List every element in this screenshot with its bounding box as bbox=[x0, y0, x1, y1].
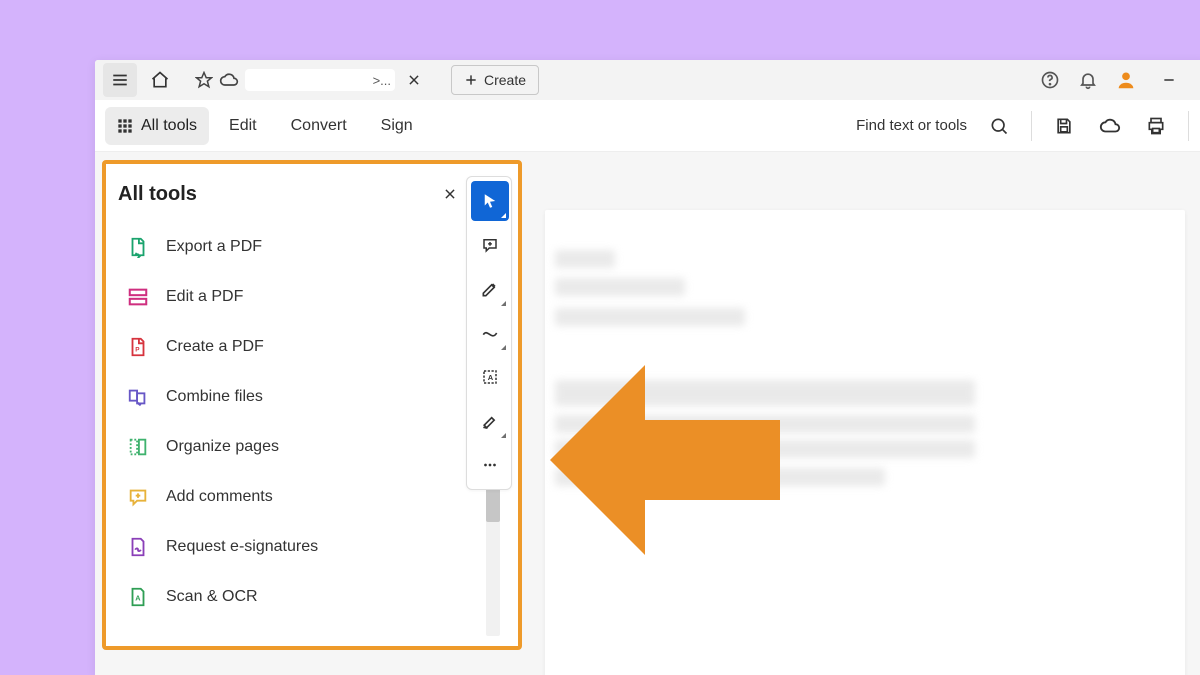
tool-label: Export a PDF bbox=[166, 238, 262, 256]
tool-scan-ocr[interactable]: A Scan & OCR bbox=[122, 572, 478, 622]
edit-pdf-icon bbox=[126, 285, 150, 309]
app-window: >... Create bbox=[95, 60, 1200, 675]
save-button[interactable] bbox=[1044, 106, 1084, 146]
plus-icon bbox=[464, 73, 478, 87]
quick-tool-comment[interactable] bbox=[471, 225, 509, 265]
highlight-tool-icon bbox=[480, 279, 500, 299]
find-text-label[interactable]: Find text or tools bbox=[856, 117, 967, 134]
separator bbox=[1031, 111, 1032, 141]
comment-tool-icon bbox=[481, 236, 499, 254]
quick-tool-sign[interactable] bbox=[471, 401, 509, 441]
hamburger-menu-button[interactable] bbox=[103, 63, 137, 97]
tool-request-esignatures[interactable]: Request e-signatures bbox=[122, 522, 478, 572]
svg-text:A: A bbox=[135, 594, 141, 603]
tool-list: Export a PDF Edit a PDF P Create a PDF bbox=[106, 216, 482, 622]
home-button[interactable] bbox=[143, 63, 177, 97]
close-tab-button[interactable] bbox=[401, 67, 427, 93]
menu-convert[interactable]: Convert bbox=[277, 107, 361, 145]
profile-button[interactable] bbox=[1109, 63, 1143, 97]
tool-add-comments[interactable]: Add comments bbox=[122, 472, 478, 522]
tool-export-pdf[interactable]: Export a PDF bbox=[122, 222, 478, 272]
menu-edit[interactable]: Edit bbox=[215, 107, 271, 145]
quick-tool-highlight[interactable] bbox=[471, 269, 509, 309]
create-button[interactable]: Create bbox=[451, 65, 539, 95]
save-icon bbox=[1054, 116, 1074, 136]
panel-header: All tools bbox=[106, 164, 482, 216]
document-page[interactable] bbox=[545, 210, 1185, 675]
svg-text:P: P bbox=[135, 347, 140, 354]
profile-icon bbox=[1115, 69, 1137, 91]
cloud-icon bbox=[219, 70, 239, 90]
more-tools-icon bbox=[481, 456, 499, 474]
tool-combine-files[interactable]: Combine files bbox=[122, 372, 478, 422]
cloud-icon bbox=[1099, 115, 1121, 137]
scan-ocr-icon: A bbox=[126, 585, 150, 609]
quick-tool-more[interactable] bbox=[471, 445, 509, 485]
quick-tools-strip: A bbox=[466, 176, 512, 490]
organize-pages-icon bbox=[126, 435, 150, 459]
help-button[interactable] bbox=[1033, 63, 1067, 97]
tool-label: Request e-signatures bbox=[166, 538, 318, 556]
panel-title: All tools bbox=[118, 183, 197, 206]
export-pdf-icon bbox=[126, 235, 150, 259]
minimize-icon bbox=[1162, 73, 1176, 87]
cloud-save-button[interactable] bbox=[1090, 106, 1130, 146]
titlebar-right bbox=[1033, 60, 1197, 100]
separator bbox=[1188, 111, 1189, 141]
close-panel-button[interactable] bbox=[436, 180, 464, 208]
select-tool-icon bbox=[481, 192, 499, 210]
close-icon bbox=[407, 73, 421, 87]
grid-icon bbox=[117, 118, 133, 134]
quick-tool-text-select[interactable]: A bbox=[471, 357, 509, 397]
create-button-label: Create bbox=[484, 72, 526, 88]
menu-sign[interactable]: Sign bbox=[367, 107, 427, 145]
add-comments-icon bbox=[126, 485, 150, 509]
draw-freehand-icon bbox=[480, 323, 500, 343]
all-tools-panel: All tools Export a PDF Edit a PDF bbox=[102, 160, 522, 650]
help-icon bbox=[1040, 70, 1060, 90]
svg-text:A: A bbox=[488, 373, 494, 382]
titlebar: >... Create bbox=[95, 60, 1200, 100]
tool-label: Scan & OCR bbox=[166, 588, 258, 606]
print-button[interactable] bbox=[1136, 106, 1176, 146]
tab-title: >... bbox=[245, 69, 395, 91]
notifications-button[interactable] bbox=[1071, 63, 1105, 97]
bell-icon bbox=[1078, 70, 1098, 90]
select-text-box-icon: A bbox=[481, 368, 499, 386]
home-icon bbox=[150, 70, 170, 90]
all-tools-toggle[interactable]: All tools bbox=[105, 107, 209, 145]
quick-tool-select[interactable] bbox=[471, 181, 509, 221]
tool-label: Combine files bbox=[166, 388, 263, 406]
tool-label: Organize pages bbox=[166, 438, 279, 456]
tool-label: Add comments bbox=[166, 488, 273, 506]
tool-edit-pdf[interactable]: Edit a PDF bbox=[122, 272, 478, 322]
tool-label: Create a PDF bbox=[166, 338, 264, 356]
minimize-window-button[interactable] bbox=[1147, 60, 1191, 100]
print-icon bbox=[1146, 116, 1166, 136]
hamburger-icon bbox=[111, 71, 129, 89]
combine-files-icon bbox=[126, 385, 150, 409]
tool-organize-pages[interactable]: Organize pages bbox=[122, 422, 478, 472]
tool-label: Edit a PDF bbox=[166, 288, 243, 306]
tool-create-pdf[interactable]: P Create a PDF bbox=[122, 322, 478, 372]
menubar: All tools Edit Convert Sign Find text or… bbox=[95, 100, 1200, 152]
create-pdf-icon: P bbox=[126, 335, 150, 359]
search-icon bbox=[989, 116, 1009, 136]
quick-tool-draw[interactable] bbox=[471, 313, 509, 353]
esignature-icon bbox=[126, 535, 150, 559]
star-outline-icon bbox=[195, 71, 213, 89]
fill-sign-tool-icon bbox=[480, 411, 500, 431]
document-tab[interactable]: >... bbox=[187, 63, 435, 97]
search-button[interactable] bbox=[979, 106, 1019, 146]
all-tools-label: All tools bbox=[141, 117, 197, 135]
close-icon bbox=[443, 187, 457, 201]
